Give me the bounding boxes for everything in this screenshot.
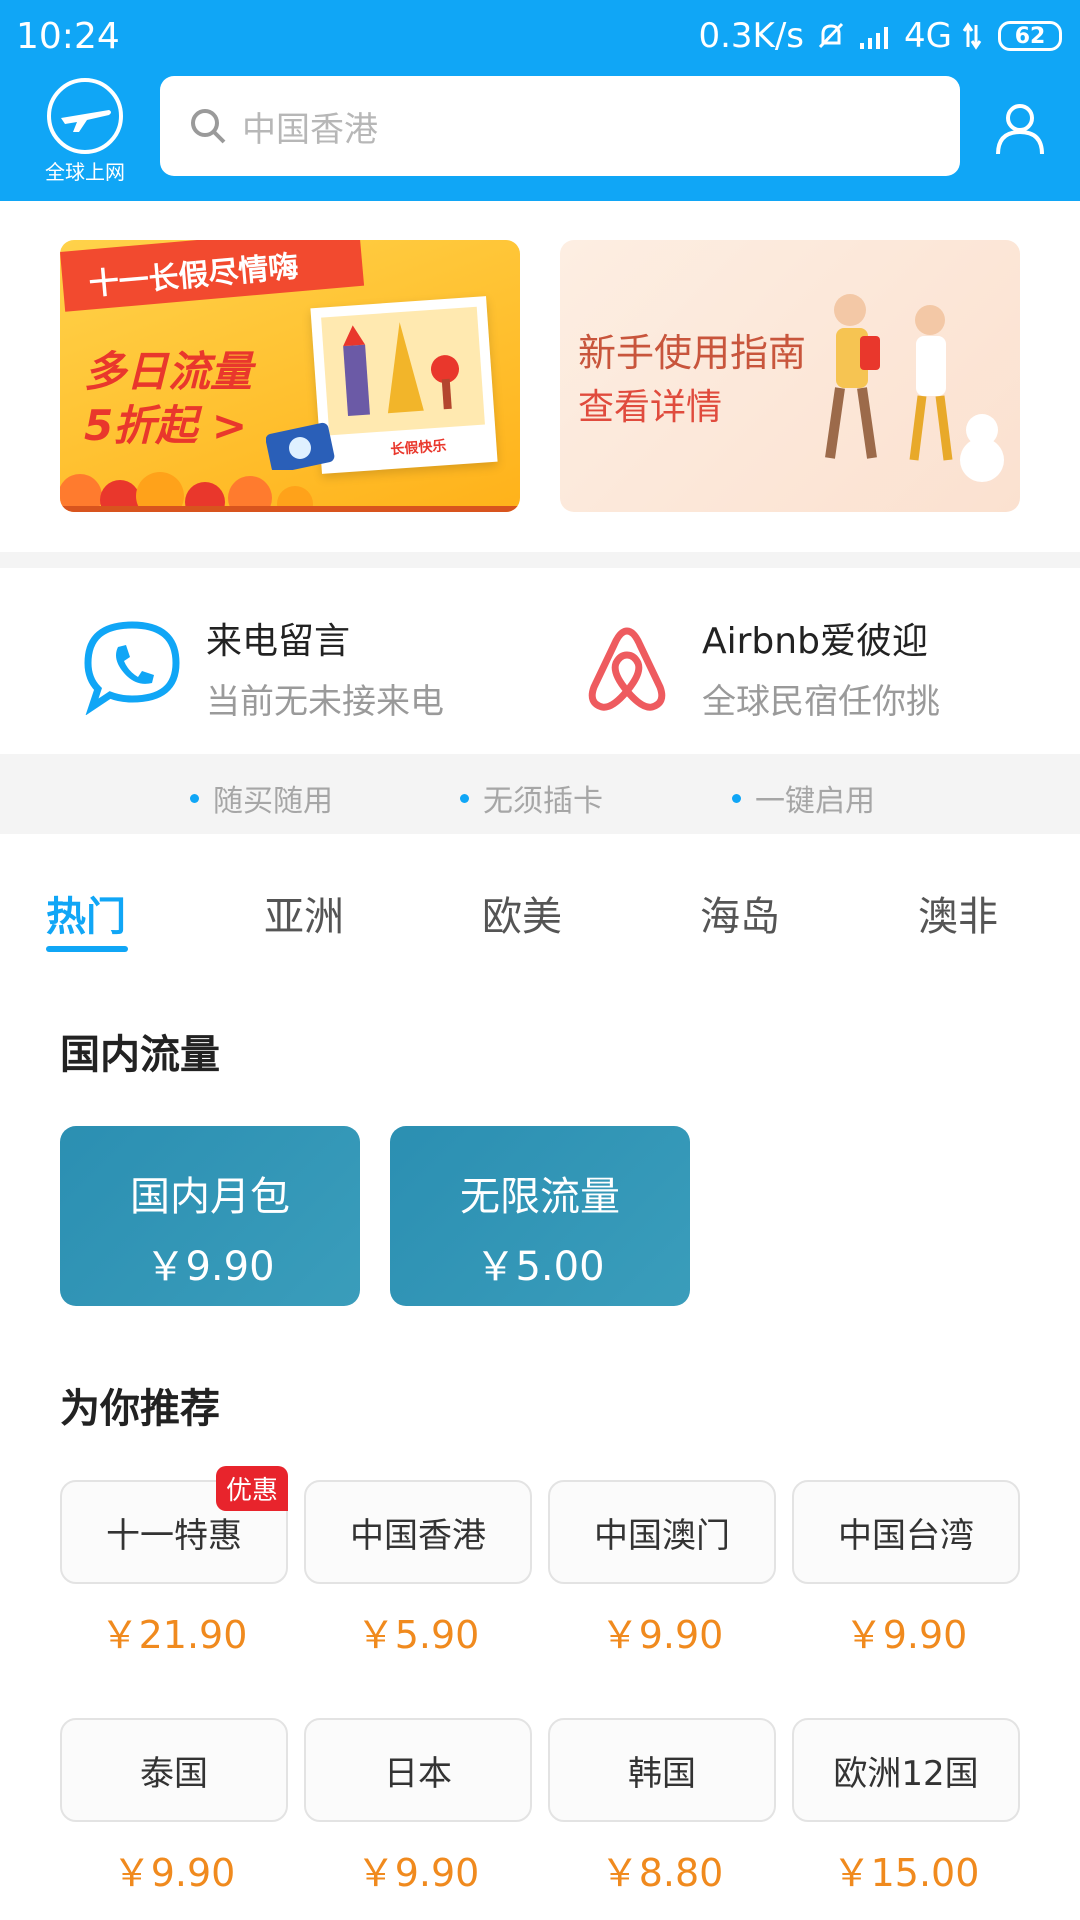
guide-title: 新手使用指南: [578, 331, 807, 375]
net-speed: 0.3K/s: [698, 16, 805, 56]
discount-badge: 优惠: [215, 1466, 288, 1511]
region-card[interactable]: 日本: [304, 1718, 532, 1822]
service-title: Airbnb爱彼迎: [702, 620, 928, 662]
region-price: ￥5.90: [356, 1613, 480, 1657]
feature-item: 无须插卡: [460, 776, 603, 820]
region-price: ￥15.00: [832, 1851, 980, 1895]
tab-oceania-africa[interactable]: 澳非: [918, 884, 998, 942]
guide-banner[interactable]: 新手使用指南 查看详情: [560, 240, 1020, 512]
region-price: ￥9.90: [600, 1613, 724, 1657]
phone-chat-icon: [84, 621, 180, 715]
service-subtitle: 全球民宿任你挑: [702, 681, 940, 722]
battery-icon: 62: [998, 21, 1062, 51]
package-card[interactable]: 国内月包 ￥9.90: [60, 1126, 360, 1306]
bullet-icon: [732, 793, 741, 803]
tab-islands[interactable]: 海岛: [700, 884, 780, 942]
top-bar: 10:24 0.3K/s 4G 62 全球上网 中国香港: [0, 0, 1080, 201]
status-icons: 0.3K/s 4G 62: [698, 16, 1062, 56]
section-divider: [0, 552, 1080, 568]
promo-line2: 5折起 >: [84, 401, 248, 450]
guide-link[interactable]: 查看详情: [578, 378, 722, 430]
promo-ribbon: 十一长假尽情嗨: [60, 240, 365, 312]
region-card[interactable]: 中国台湾: [792, 1480, 1020, 1584]
region-name: 欧洲12国: [833, 1753, 979, 1794]
region-card[interactable]: 欧洲12国: [792, 1718, 1020, 1822]
region-price: ￥21.90: [100, 1613, 248, 1657]
promo-banner[interactable]: 十一长假尽情嗨 多日流量 5折起 > 长假快乐: [60, 240, 520, 512]
package-name: 无限流量: [460, 1174, 620, 1220]
recommend-title: 为你推荐: [60, 1386, 220, 1432]
package-card[interactable]: 无限流量 ￥5.00: [390, 1126, 690, 1306]
logo-label: 全球上网: [45, 160, 125, 184]
search-placeholder: 中国香港: [242, 109, 378, 150]
region-card[interactable]: 中国澳门: [548, 1480, 776, 1584]
feature-item: 随买随用: [190, 776, 333, 820]
tab-asia[interactable]: 亚洲: [264, 884, 344, 942]
app-logo[interactable]: 全球上网: [30, 78, 140, 184]
package-price: ￥5.00: [475, 1244, 605, 1290]
user-icon[interactable]: [992, 100, 1048, 156]
region-card[interactable]: 十一特惠 优惠: [60, 1466, 288, 1584]
network-type: 4G: [904, 16, 952, 56]
airplane-icon: [47, 78, 123, 154]
bullet-icon: [460, 793, 469, 803]
promo-line1: 多日流量: [84, 347, 253, 396]
package-name: 国内月包: [130, 1174, 290, 1220]
feature-item: 一键启用: [732, 776, 875, 820]
region-name: 泰国: [140, 1753, 208, 1794]
region-card[interactable]: 泰国: [60, 1718, 288, 1822]
service-subtitle: 当前无未接来电: [206, 681, 444, 722]
region-price: ￥9.90: [844, 1613, 968, 1657]
search-icon: [191, 109, 226, 144]
region-card[interactable]: 韩国: [548, 1718, 776, 1822]
region-price: ￥9.90: [112, 1851, 236, 1895]
search-input[interactable]: 中国香港: [160, 76, 960, 176]
photo-illustration: 长假快乐: [310, 296, 498, 474]
travelers-illustration: [825, 294, 1004, 482]
region-name: 十一特惠: [106, 1515, 242, 1556]
tab-europe-america[interactable]: 欧美: [482, 884, 562, 942]
airbnb-logo-icon: [588, 627, 666, 711]
tab-indicator: [46, 946, 128, 952]
region-price: ￥8.80: [600, 1851, 724, 1895]
region-name: 中国澳门: [594, 1515, 730, 1556]
region-name: 日本: [384, 1753, 452, 1794]
service-voicemail[interactable]: 来电留言 当前无未接来电: [80, 612, 500, 722]
mute-bell-icon: [818, 22, 844, 49]
region-card[interactable]: 中国香港: [304, 1480, 532, 1584]
features-strip: 随买随用 无须插卡 一键启用: [0, 754, 1080, 834]
camera-icon: [266, 422, 335, 470]
service-airbnb[interactable]: Airbnb爱彼迎 全球民宿任你挑: [580, 612, 1040, 722]
signal-icon: [860, 27, 889, 49]
region-price: ￥9.90: [356, 1851, 480, 1895]
region-name: 中国香港: [350, 1515, 486, 1556]
data-arrows-icon: [962, 22, 982, 50]
service-title: 来电留言: [206, 620, 351, 662]
package-price: ￥9.90: [145, 1244, 275, 1290]
bullet-icon: [190, 793, 199, 803]
status-time: 10:24: [16, 16, 120, 57]
tab-hot[interactable]: 热门: [46, 884, 126, 942]
domestic-title: 国内流量: [60, 1032, 220, 1078]
region-name: 中国台湾: [838, 1515, 974, 1556]
region-name: 韩国: [628, 1753, 696, 1794]
